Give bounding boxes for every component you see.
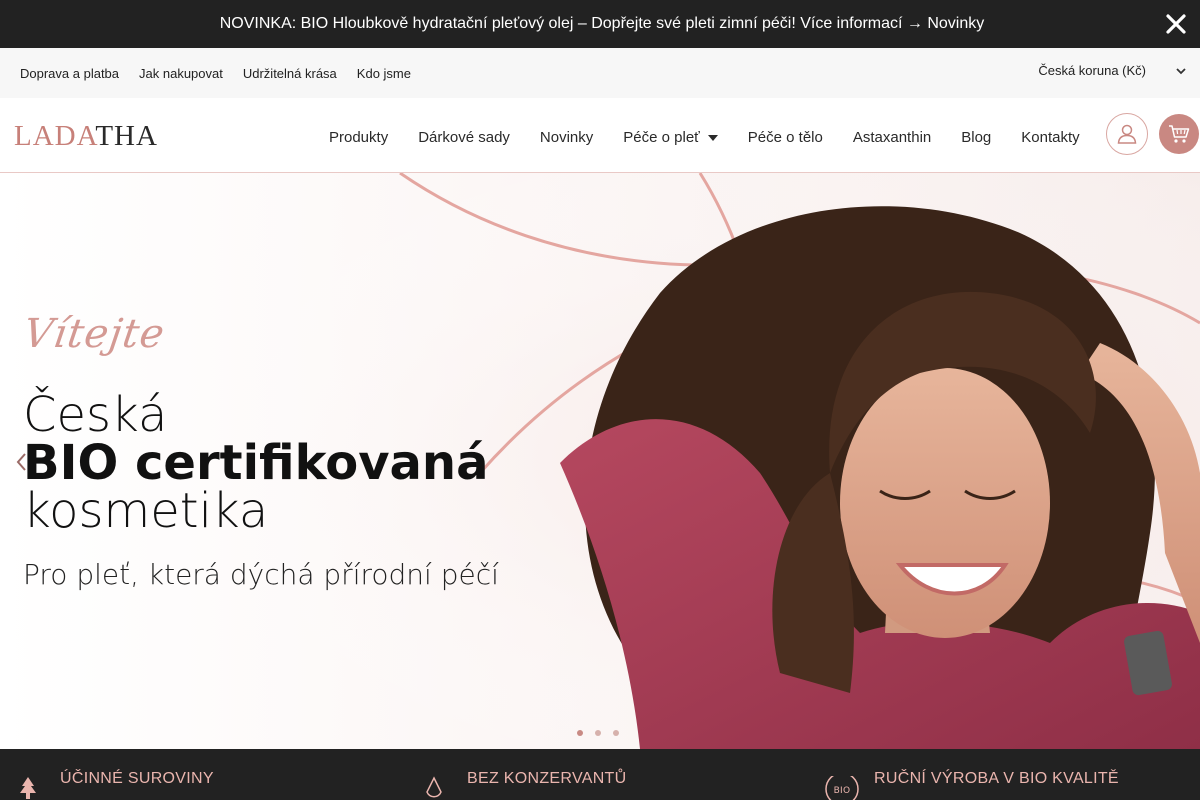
nav-item-news[interactable]: Novinky <box>540 129 593 146</box>
nav-item-blog[interactable]: Blog <box>961 129 991 146</box>
nav-item-skin-care-wrap[interactable]: Péče o pleť <box>623 129 718 146</box>
close-icon[interactable] <box>1164 12 1188 36</box>
svg-text:BIO: BIO <box>834 786 851 796</box>
hero-slider: Vítejte Česká BIO certifikovaná kosmetik… <box>0 173 1200 749</box>
main-nav: Produkty Dárkové sady Novinky Péče o ple… <box>329 129 1080 146</box>
site-header: LADATHA Produkty Dárkové sady Novinky Pé… <box>0 98 1200 173</box>
logo[interactable]: LADATHA <box>14 120 158 153</box>
logo-part-2: THA <box>95 120 158 152</box>
utility-link-about[interactable]: Kdo jsme <box>357 66 411 81</box>
currency-select[interactable]: Česká koruna (Kč) <box>1038 63 1186 78</box>
nav-item-gift-sets[interactable]: Dárkové sady <box>418 129 510 146</box>
slider-dot-1[interactable] <box>577 730 583 736</box>
logo-part-1: LADA <box>14 120 96 152</box>
nav-item-body-care[interactable]: Péče o tělo <box>748 129 823 146</box>
slider-dots <box>577 730 619 736</box>
hero-title-line-3: kosmetika <box>23 483 269 539</box>
feature-label-ingredients: ÚČINNÉ SUROVINY <box>60 770 214 787</box>
user-icon <box>1117 124 1137 144</box>
drop-icon <box>426 776 442 798</box>
account-button[interactable] <box>1106 113 1148 155</box>
nav-item-contacts[interactable]: Kontakty <box>1021 129 1079 146</box>
cart-button[interactable] <box>1159 114 1199 154</box>
nav-item-astaxanthin[interactable]: Astaxanthin <box>853 129 931 146</box>
nav-item-products[interactable]: Produkty <box>329 129 388 146</box>
currency-label: Česká koruna (Kč) <box>1038 63 1146 78</box>
utility-link-shipping[interactable]: Doprava a platba <box>20 66 119 81</box>
cart-icon <box>1169 125 1190 143</box>
utility-link-sustainability[interactable]: Udržitelná krása <box>243 66 337 81</box>
features-strip: ÚČINNÉ SUROVINY BEZ KONZERVANTŮ BIO RUČN… <box>0 749 1200 800</box>
utility-bar: Doprava a platba Jak nakupovat Udržiteln… <box>0 48 1200 98</box>
chevron-down-icon <box>1176 67 1186 74</box>
feature-label-handmade-bio: RUČNÍ VÝROBA V BIO KVALITĚ <box>874 770 1119 787</box>
feature-label-no-preservatives: BEZ KONZERVANTŮ <box>467 770 627 787</box>
hero-welcome: Vítejte <box>20 311 168 357</box>
slider-dot-3[interactable] <box>613 730 619 736</box>
nav-item-skin-care: Péče o pleť <box>623 129 700 146</box>
slider-dot-2[interactable] <box>595 730 601 736</box>
announcement-bar: NOVINKA: BIO Hloubkově hydratační pleťov… <box>0 0 1200 48</box>
announcement-text[interactable]: NOVINKA: BIO Hloubkově hydratační pleťov… <box>220 15 985 33</box>
chevron-left-icon[interactable] <box>11 448 31 476</box>
hero-subtitle: Pro pleť, která dýchá přírodní péčí <box>23 558 499 591</box>
utility-link-how-to-buy[interactable]: Jak nakupovat <box>139 66 223 81</box>
pine-tree-icon <box>20 777 36 799</box>
bio-badge-icon: BIO <box>825 776 859 800</box>
utility-links: Doprava a platba Jak nakupovat Udržiteln… <box>0 66 411 81</box>
caret-down-icon <box>707 135 718 142</box>
